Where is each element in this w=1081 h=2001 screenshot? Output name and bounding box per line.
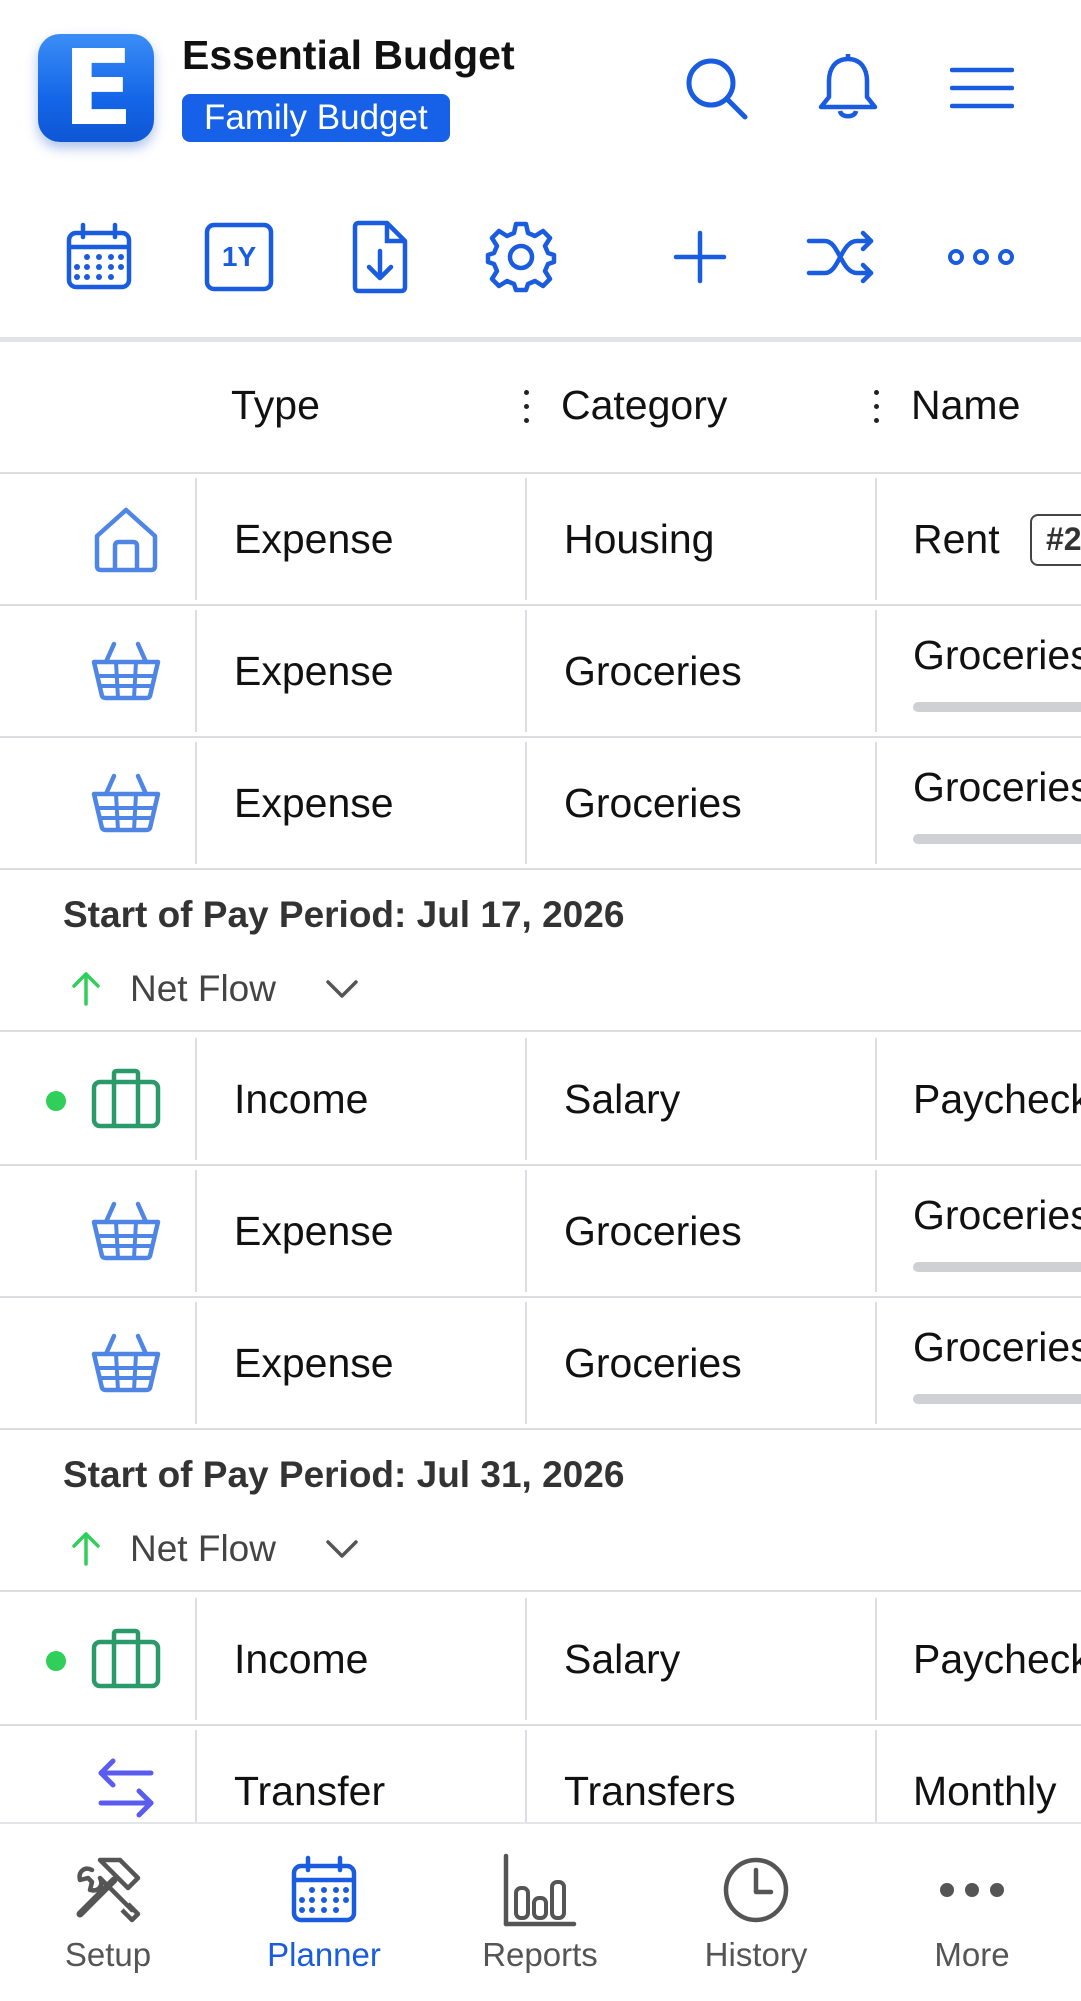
table-row[interactable]: Expense Groceries Groceries bbox=[0, 606, 1081, 738]
row-type: Income bbox=[234, 1636, 369, 1682]
row-type: Expense bbox=[234, 1208, 394, 1254]
table-row[interactable]: Expense Groceries Groceries bbox=[0, 1298, 1081, 1430]
ellipsis-icon[interactable] bbox=[936, 212, 1026, 302]
table-row[interactable]: Income Salary Paycheck bbox=[0, 1034, 1081, 1166]
row-category: Salary bbox=[564, 1076, 681, 1122]
row-type: Expense bbox=[234, 1340, 394, 1386]
briefcase-icon bbox=[88, 1061, 164, 1137]
app-logo: E bbox=[38, 34, 154, 142]
house-icon bbox=[88, 501, 164, 577]
ellipsis-icon bbox=[934, 1852, 1010, 1928]
calendar-icon bbox=[286, 1852, 362, 1928]
chevron-down-icon[interactable] bbox=[322, 1532, 362, 1566]
tab-history[interactable]: History bbox=[648, 1824, 864, 2001]
row-progress-bar bbox=[913, 834, 1081, 844]
net-flow-label: Net Flow bbox=[130, 968, 276, 1009]
bar-chart-icon bbox=[502, 1852, 578, 1928]
pay-period-title: Start of Pay Period: Jul 17, 2026 bbox=[63, 894, 625, 935]
basket-icon bbox=[88, 1193, 164, 1269]
tab-label: Reports bbox=[482, 1936, 598, 1973]
row-category: Groceries bbox=[564, 1340, 742, 1386]
app-title: Essential Budget bbox=[182, 32, 515, 78]
tab-label: More bbox=[934, 1936, 1010, 1973]
tab-setup[interactable]: Setup bbox=[0, 1824, 216, 2001]
row-tag: #2 bbox=[1030, 514, 1081, 566]
column-header-name[interactable]: Name bbox=[911, 382, 1020, 429]
tab-label: History bbox=[704, 1936, 808, 1973]
table-row[interactable]: Expense Groceries Groceries bbox=[0, 1166, 1081, 1298]
hamburger-menu-icon[interactable] bbox=[942, 48, 1022, 128]
status-dot bbox=[46, 1091, 66, 1111]
row-type: Income bbox=[234, 1076, 369, 1122]
row-progress-bar bbox=[913, 702, 1081, 712]
row-name: Paycheck bbox=[913, 1636, 1081, 1682]
row-name: Paycheck bbox=[913, 1076, 1081, 1122]
row-category: Groceries bbox=[564, 780, 742, 826]
row-name: Groceries bbox=[913, 1324, 1081, 1370]
pay-period-header[interactable]: Start of Pay Period: Jul 17, 2026 Net Fl… bbox=[0, 870, 1081, 1032]
tools-icon bbox=[70, 1852, 146, 1928]
one-year-icon[interactable]: 1Y bbox=[194, 212, 284, 302]
column-header-category[interactable]: Category bbox=[561, 382, 727, 429]
gear-icon[interactable] bbox=[476, 212, 566, 302]
basket-icon bbox=[88, 765, 164, 841]
net-flow-label: Net Flow bbox=[130, 1528, 276, 1569]
chevron-down-icon[interactable] bbox=[322, 972, 362, 1006]
bottom-tab-bar: Setup Planner Reports History More bbox=[0, 1822, 1081, 2001]
table-row[interactable]: Expense Housing Rent #2 bbox=[0, 474, 1081, 606]
row-category: Groceries bbox=[564, 1208, 742, 1254]
column-header-type[interactable]: Type bbox=[231, 382, 320, 429]
row-type: Expense bbox=[234, 516, 394, 562]
tab-reports[interactable]: Reports bbox=[432, 1824, 648, 2001]
svg-text:1Y: 1Y bbox=[222, 241, 257, 272]
pay-period-header[interactable]: Start of Pay Period: Jul 31, 2026 Net Fl… bbox=[0, 1430, 1081, 1592]
budget-badge[interactable]: Family Budget bbox=[182, 94, 450, 142]
clock-icon bbox=[718, 1852, 794, 1928]
row-category: Salary bbox=[564, 1636, 681, 1682]
briefcase-icon bbox=[88, 1621, 164, 1697]
calendar-icon[interactable] bbox=[54, 212, 144, 302]
bell-icon[interactable] bbox=[808, 48, 888, 128]
basket-icon bbox=[88, 633, 164, 709]
row-type: Expense bbox=[234, 648, 394, 694]
shuffle-icon[interactable] bbox=[796, 212, 886, 302]
tab-label: Setup bbox=[64, 1936, 152, 1973]
transfer-arrows-icon bbox=[88, 1750, 164, 1826]
row-progress-bar bbox=[913, 1394, 1081, 1404]
arrow-up-icon bbox=[66, 968, 106, 1008]
row-category: Housing bbox=[564, 516, 715, 562]
search-icon[interactable] bbox=[676, 48, 756, 128]
tab-planner[interactable]: Planner bbox=[216, 1824, 432, 2001]
arrow-up-icon bbox=[66, 1528, 106, 1568]
row-name: Groceries bbox=[913, 1192, 1081, 1238]
plus-icon[interactable] bbox=[655, 212, 745, 302]
status-dot bbox=[46, 1651, 66, 1671]
row-name: Groceries bbox=[913, 764, 1081, 810]
column-resize-handle-category[interactable] bbox=[872, 390, 880, 426]
download-file-icon[interactable] bbox=[334, 212, 424, 302]
row-name: Rent bbox=[913, 516, 1000, 562]
row-name: Groceries bbox=[913, 632, 1081, 678]
pay-period-title: Start of Pay Period: Jul 31, 2026 bbox=[63, 1454, 625, 1495]
toolbar: 1Y bbox=[0, 200, 1081, 310]
table-row[interactable]: Income Salary Paycheck bbox=[0, 1594, 1081, 1726]
column-header-row: Type Category Name bbox=[0, 342, 1081, 474]
row-type: Expense bbox=[234, 780, 394, 826]
basket-icon bbox=[88, 1325, 164, 1401]
tab-more[interactable]: More bbox=[864, 1824, 1080, 2001]
column-resize-handle-type[interactable] bbox=[522, 390, 530, 426]
table-row[interactable]: Expense Groceries Groceries bbox=[0, 738, 1081, 870]
row-category: Groceries bbox=[564, 648, 742, 694]
tab-label: Planner bbox=[267, 1936, 381, 1973]
app-header: E Essential Budget Family Budget bbox=[0, 0, 1081, 180]
row-progress-bar bbox=[913, 1262, 1081, 1272]
